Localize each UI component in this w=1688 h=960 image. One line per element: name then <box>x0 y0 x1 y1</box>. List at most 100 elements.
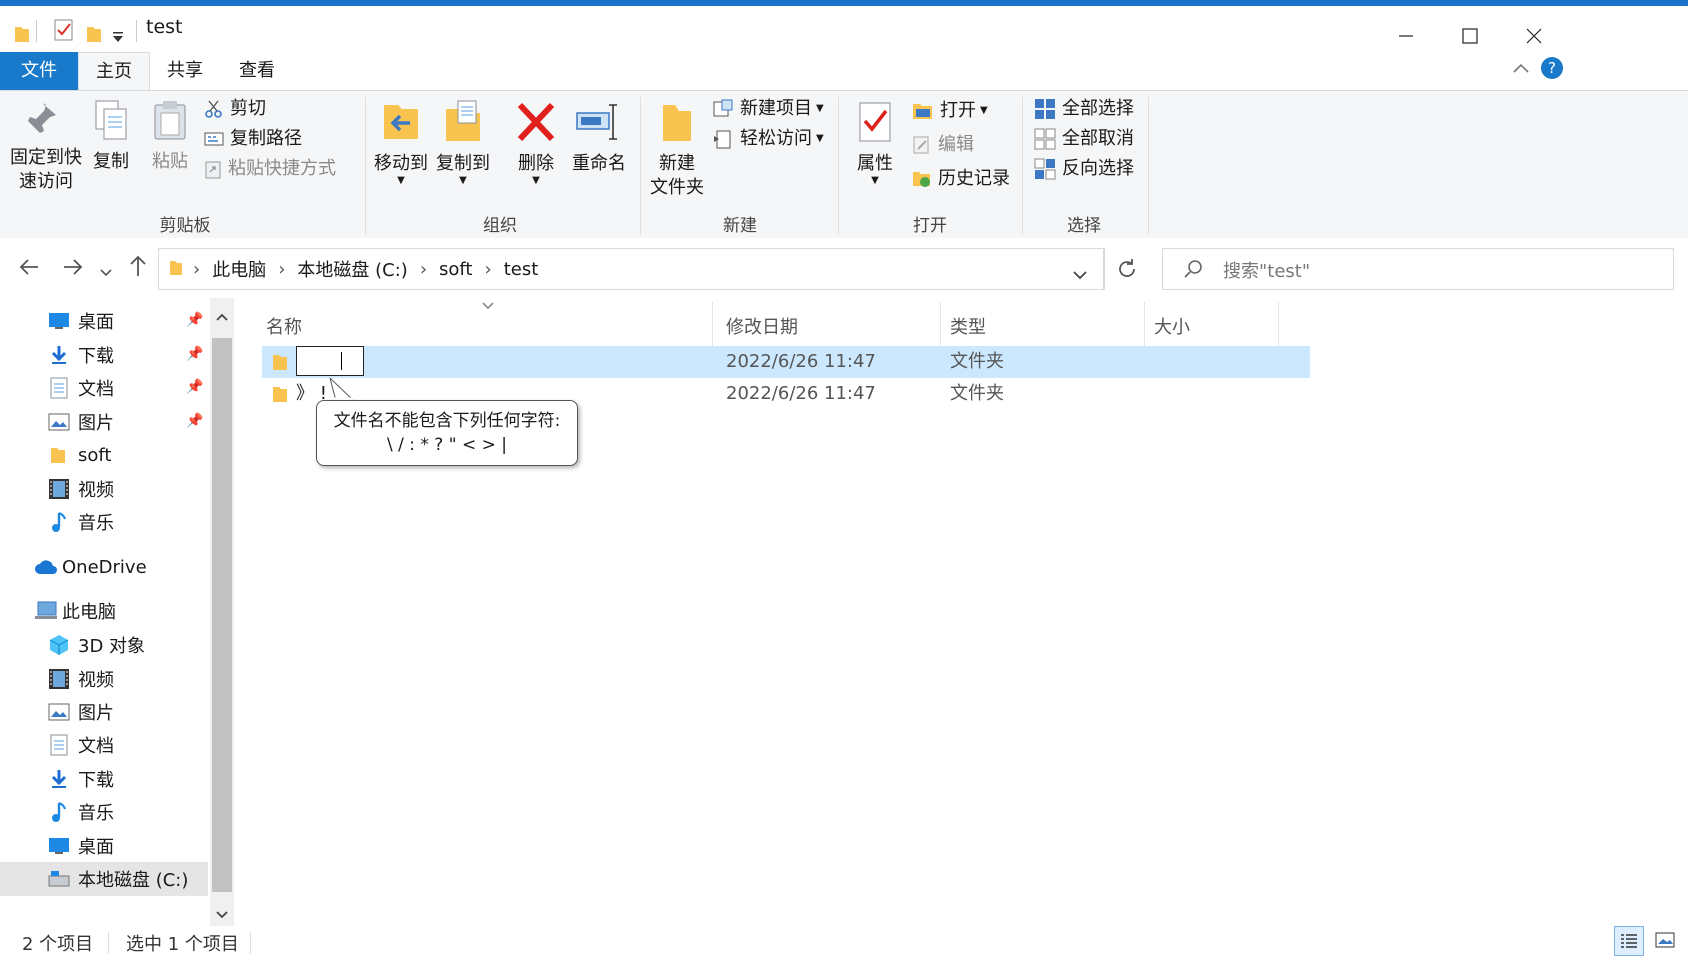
nav-item-music[interactable]: 音乐 <box>0 505 208 539</box>
nav-item-pc-downloads[interactable]: 下载 <box>0 762 208 796</box>
address-dropdown-chevron-icon[interactable] <box>1073 264 1087 285</box>
nav-label: 文档 <box>78 736 114 757</box>
nav-item-pc-pictures[interactable]: 图片 <box>0 695 208 729</box>
easy-access-button[interactable]: 轻松访问 ▼ <box>712 125 824 153</box>
delete-button[interactable]: 删除 ▼ <box>512 99 560 186</box>
column-header-type[interactable]: 类型 <box>950 308 986 348</box>
new-folder-quick-icon[interactable] <box>86 24 102 49</box>
new-folder-button[interactable]: 新建 文件夹 <box>644 99 710 200</box>
up-arrow-icon[interactable] <box>128 254 148 283</box>
document-icon <box>50 377 68 399</box>
tab-home[interactable]: 主页 <box>78 52 150 91</box>
move-to-label: 移动到 <box>374 153 428 174</box>
select-none-label: 全部取消 <box>1062 128 1134 149</box>
nav-item-pc-desktop[interactable]: 桌面 <box>0 829 208 863</box>
rename-button[interactable]: 重命名 <box>570 99 628 176</box>
column-header-name[interactable]: 名称 <box>266 308 302 348</box>
minimize-icon <box>1399 35 1413 37</box>
nav-scrollbar[interactable] <box>210 298 234 926</box>
properties-quick-icon[interactable] <box>54 19 74 46</box>
open-dropdown-icon: ▼ <box>980 105 988 116</box>
breadcrumb-local-disk[interactable]: 本地磁盘 (C:) <box>297 256 407 282</box>
cut-button[interactable]: 剪切 <box>204 95 266 123</box>
tab-share[interactable]: 共享 <box>150 52 220 90</box>
large-icons-view-button[interactable] <box>1650 926 1680 956</box>
history-button[interactable]: 历史记录 <box>912 165 1010 193</box>
open-button[interactable]: 打开 ▼ <box>912 97 988 125</box>
column-header-modified[interactable]: 修改日期 <box>726 308 798 348</box>
scroll-down-icon[interactable] <box>216 904 228 925</box>
nav-item-onedrive[interactable]: OneDrive <box>0 550 208 584</box>
breadcrumb-separator-icon: › <box>193 258 201 280</box>
breadcrumb-test[interactable]: test <box>504 259 539 280</box>
select-none-button[interactable]: 全部取消 <box>1034 125 1134 153</box>
breadcrumb-this-pc[interactable]: 此电脑 <box>212 256 266 282</box>
new-item-button[interactable]: 新建项目 ▼ <box>712 95 824 123</box>
pin-to-quick-access-button[interactable]: 固定到快 速访问 <box>8 99 84 194</box>
new-folder-icon <box>663 105 691 141</box>
collapse-ribbon-icon[interactable] <box>1510 58 1532 85</box>
tab-file[interactable]: 文件 <box>0 52 78 90</box>
column-divider[interactable] <box>940 302 941 348</box>
customize-quick-access-icon[interactable] <box>112 28 124 49</box>
cell-type: 文件夹 <box>950 383 1004 404</box>
search-box[interactable]: 搜索"test" <box>1162 248 1674 290</box>
copy-path-button[interactable]: 复制路径 <box>204 125 302 153</box>
folder-icon <box>14 24 30 49</box>
group-label-select: 选择 <box>1067 216 1101 236</box>
paste-icon <box>154 101 186 140</box>
nav-item-soft[interactable]: soft <box>0 438 208 472</box>
select-all-button[interactable]: 全部选择 <box>1034 95 1134 123</box>
column-divider[interactable] <box>1278 302 1279 348</box>
picture-icon <box>48 413 70 431</box>
details-view-button[interactable] <box>1614 926 1644 956</box>
pin-icon: 📌 <box>186 312 204 328</box>
nav-item-pc-documents[interactable]: 文档 <box>0 728 208 762</box>
breadcrumb-soft[interactable]: soft <box>439 259 472 280</box>
breadcrumb-separator-icon: › <box>419 258 428 280</box>
properties-button[interactable]: 属性 ▼ <box>850 99 900 186</box>
nav-item-this-pc[interactable]: 此电脑 <box>0 594 208 628</box>
nav-item-downloads[interactable]: 下载 📌 <box>0 338 208 372</box>
copy-label: 复制 <box>93 151 129 172</box>
breadcrumb: › 此电脑 › 本地磁盘 (C:) › soft › test <box>193 249 538 289</box>
nav-item-pc-music[interactable]: 音乐 <box>0 795 208 829</box>
address-divider <box>1104 248 1105 290</box>
recent-locations-chevron-icon[interactable] <box>100 262 112 283</box>
back-arrow-icon[interactable] <box>18 256 40 283</box>
edit-button[interactable]: 编辑 <box>912 131 974 159</box>
table-row[interactable]: 2022/6/26 11:47 文件夹 <box>262 346 1310 378</box>
nav-label: 音乐 <box>78 513 114 534</box>
address-bar[interactable]: › 此电脑 › 本地磁盘 (C:) › soft › test <box>158 248 1104 290</box>
rename-input[interactable] <box>296 346 364 376</box>
nav-label: 视频 <box>78 480 114 501</box>
nav-item-3d-objects[interactable]: 3D 对象 <box>0 628 208 662</box>
nav-item-pc-videos[interactable]: 视频 <box>0 662 208 696</box>
invert-selection-icon <box>1034 158 1056 180</box>
folder-icon <box>273 387 287 402</box>
move-to-button[interactable]: 移动到 ▼ <box>372 99 430 186</box>
nav-item-documents[interactable]: 文档 📌 <box>0 371 208 405</box>
scrollbar-thumb[interactable] <box>212 338 232 892</box>
nav-item-desktop[interactable]: 桌面 📌 <box>0 304 208 338</box>
help-icon[interactable]: ? <box>1540 56 1564 85</box>
nav-item-pictures[interactable]: 图片 📌 <box>0 405 208 439</box>
nav-label: 桌面 <box>78 837 114 858</box>
copy-to-button[interactable]: 复制到 ▼ <box>434 99 492 186</box>
column-divider[interactable] <box>712 302 713 348</box>
delete-icon <box>517 102 555 142</box>
nav-item-local-disk[interactable]: 本地磁盘 (C:) <box>0 862 208 896</box>
column-header-size[interactable]: 大小 <box>1154 308 1190 348</box>
copy-button[interactable]: 复制 <box>88 99 134 174</box>
invert-selection-button[interactable]: 反向选择 <box>1034 155 1134 183</box>
forward-arrow-icon[interactable] <box>62 256 84 283</box>
paste-button[interactable]: 粘贴 <box>148 99 192 174</box>
paste-shortcut-button[interactable]: 粘贴快捷方式 <box>204 155 336 183</box>
nav-item-videos[interactable]: 视频 <box>0 472 208 506</box>
refresh-icon[interactable] <box>1116 258 1138 285</box>
tab-view[interactable]: 查看 <box>222 52 292 90</box>
properties-icon <box>859 102 891 142</box>
scroll-up-icon[interactable] <box>216 306 228 327</box>
column-divider[interactable] <box>1144 302 1145 348</box>
file-list: 名称 修改日期 类型 大小 2022/6/26 11:47 文件夹 》 ! 20… <box>234 298 1688 926</box>
